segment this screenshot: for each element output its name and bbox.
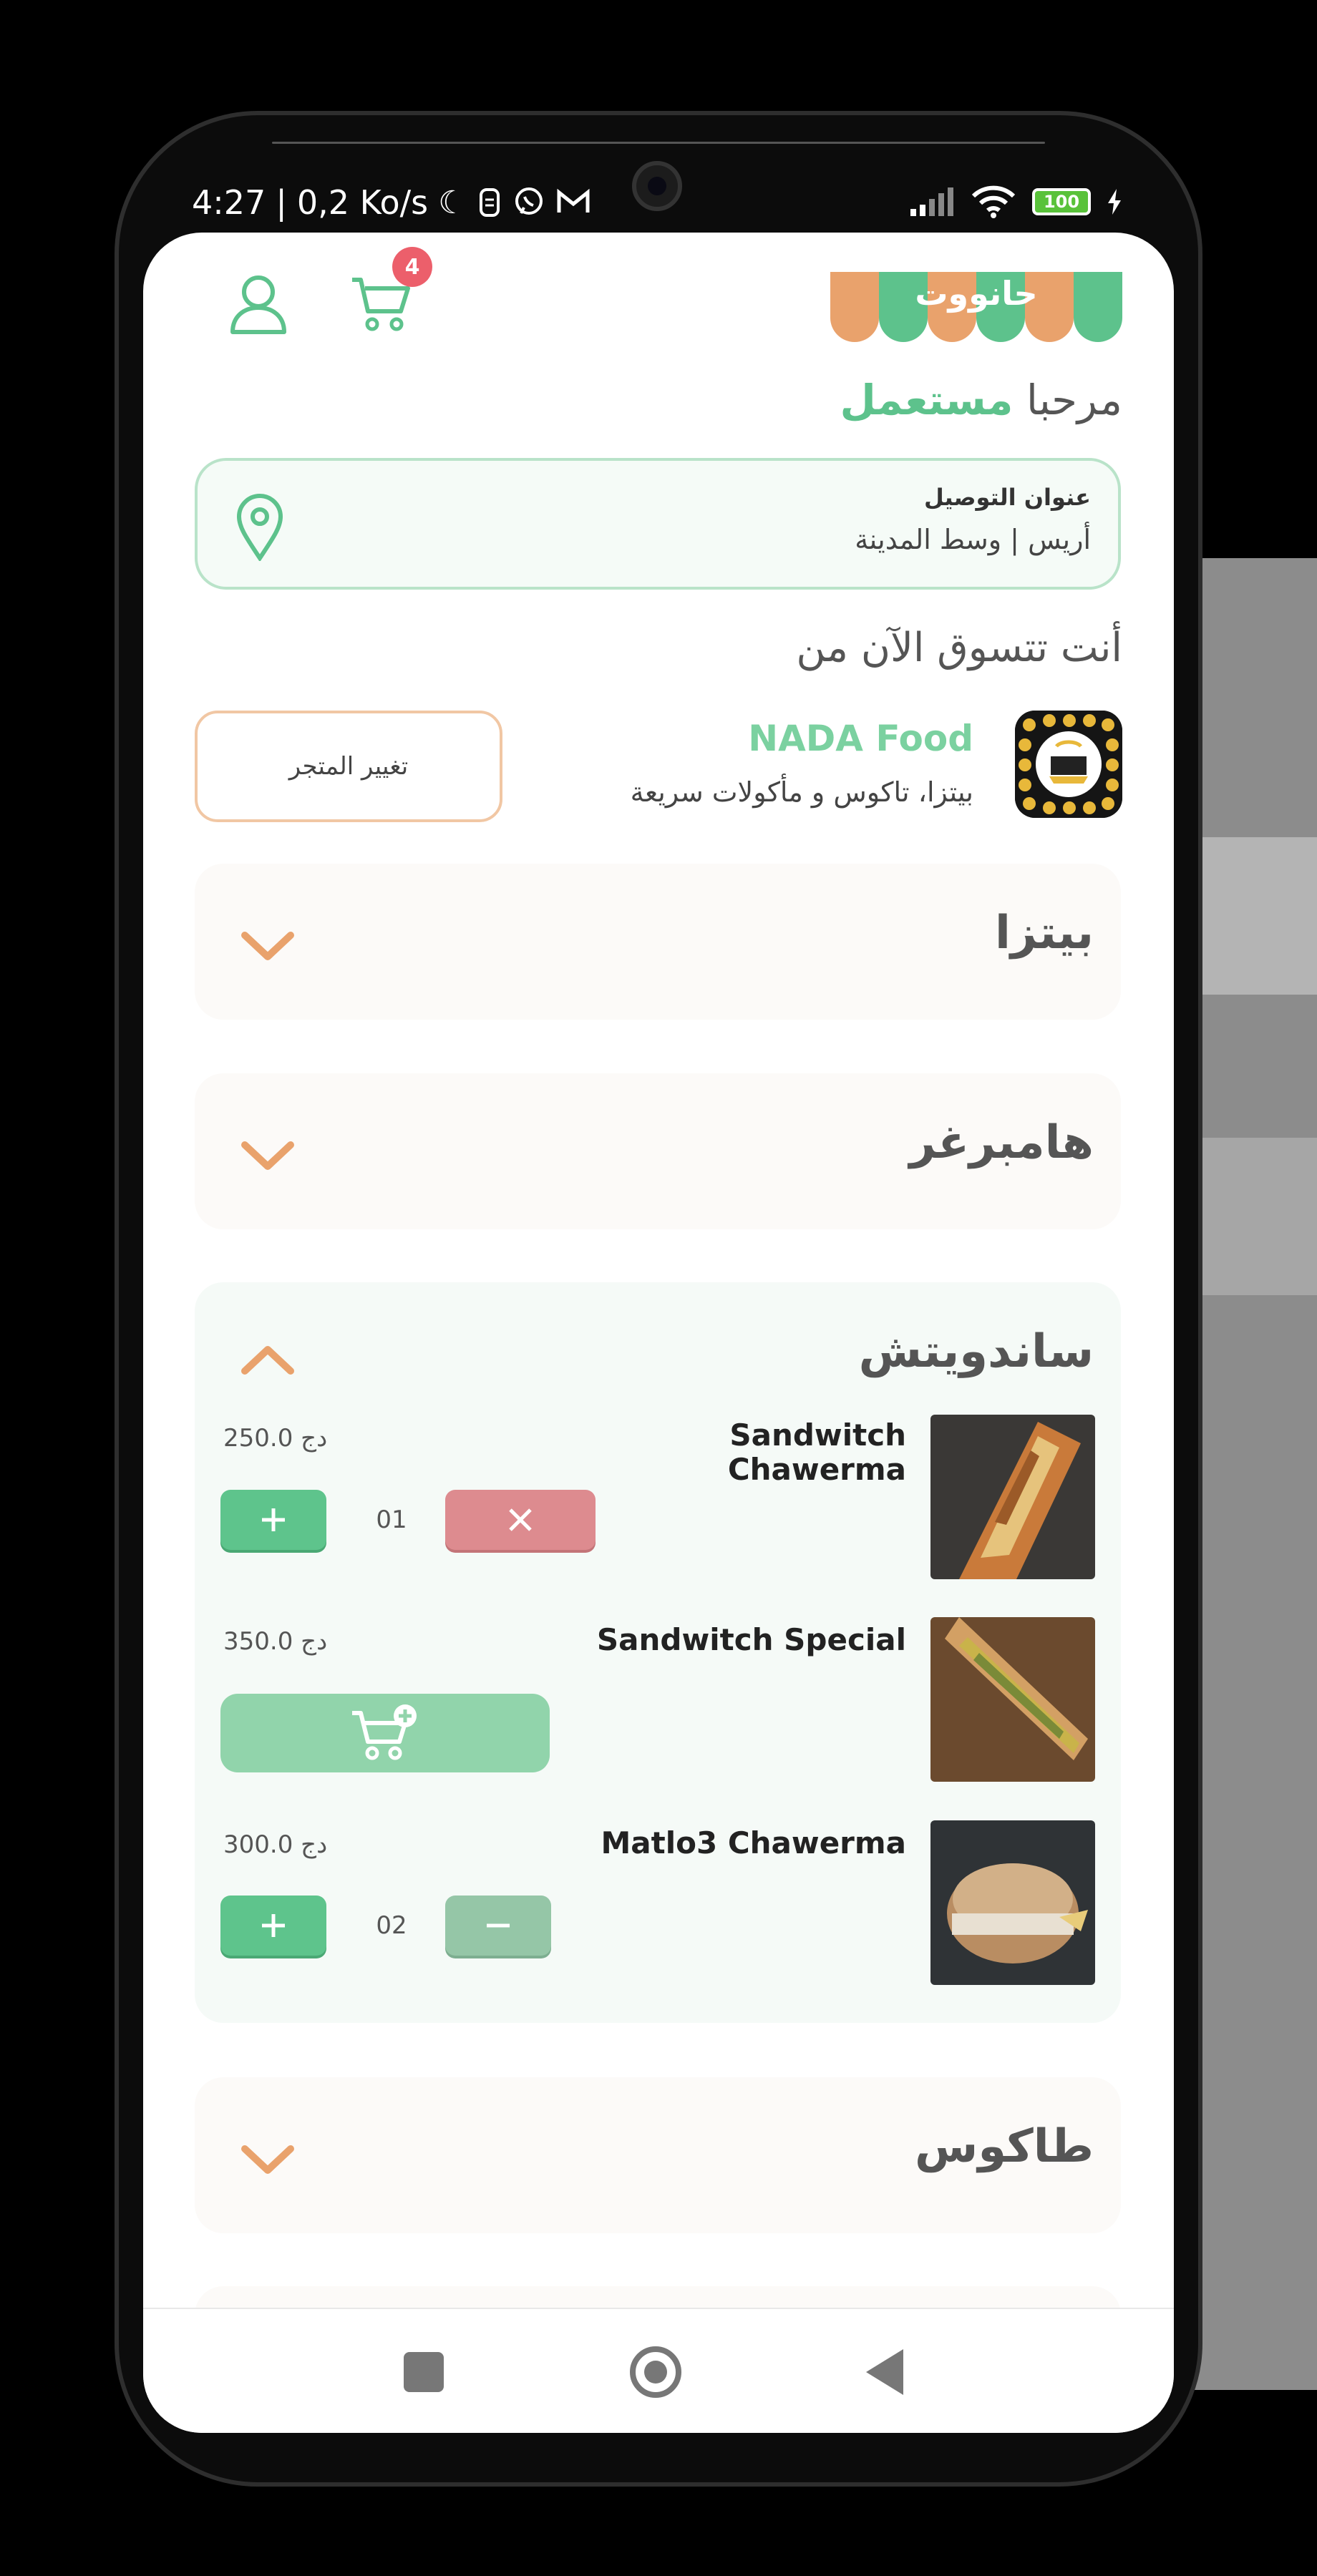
welcome-message: مرحبا مستعمل [840,376,1122,424]
item-image-matlo3 [930,1820,1095,1985]
welcome-user: مستعمل [840,376,1014,424]
address-title: عنوان التوصيل [923,484,1091,511]
address-value: أريس | وسط المدينة [855,524,1091,555]
add-to-cart-button[interactable] [220,1694,550,1772]
viber-icon [515,187,543,215]
sim-icon [479,188,500,217]
item-price: 350.0 دج [223,1627,328,1656]
store-name: NADA Food [748,718,973,759]
item-price: 300.0 دج [223,1830,328,1859]
increase-quantity-button[interactable] [220,1896,326,1956]
item-name: Sandwitch Chawerma [534,1418,906,1487]
shopping-from-label: أنت تتسوق الآن من [796,625,1122,671]
store-description: بيتزا، تاكوس و مأكولات سريعة [630,776,973,808]
item-name-line1: Sandwitch [729,1418,906,1453]
delivery-address-card[interactable]: عنوان التوصيل أريس | وسط المدينة [195,458,1121,590]
logo-text: حانووت [915,274,1038,313]
status-separator: | [276,183,287,222]
category-title: بيتزا [994,907,1094,960]
status-bar-right: 100 [909,180,1122,223]
item-price: 250.0 دج [223,1424,328,1453]
wifi-icon [971,185,1016,218]
plus-icon [262,1914,285,1937]
store-logo [1015,711,1122,818]
recents-button[interactable] [404,2352,444,2392]
category-pizza[interactable]: بيتزا [195,864,1121,1020]
background-band [1202,1138,1317,1295]
item-name-line2: Chawerma [727,1452,906,1487]
close-icon [509,1508,532,1531]
status-time: 4:27 [192,183,266,222]
chevron-down-icon [241,1141,294,1170]
battery-indicator: 100 [1032,188,1091,215]
app-logo: حانووت [830,272,1122,342]
front-camera [632,161,682,211]
plus-icon [262,1508,285,1531]
item-image-special [930,1617,1095,1782]
location-pin-icon [235,492,285,562]
category-tacos[interactable]: طاكوس [195,2077,1121,2233]
back-button[interactable] [866,2349,903,2395]
category-title: طاكوس [915,2120,1094,2173]
item-name: Sandwitch Special [596,1622,906,1657]
decrease-quantity-button[interactable] [445,1896,551,1956]
chevron-up-icon[interactable] [239,1341,296,1377]
app-screen: 4 حانووت مرحبا مستعمل عنوان التوصيل أريس… [143,233,1174,2433]
moon-icon: ☾ [438,184,467,221]
change-store-button[interactable]: تغيير المتجر [195,711,502,822]
welcome-greeting: مرحبا [1026,376,1122,424]
signal-icon [910,187,953,216]
background-band [1202,837,1317,995]
category-hamburger[interactable]: هامبرغر [195,1073,1121,1229]
charging-icon [1108,189,1121,215]
item-quantity: 01 [376,1506,407,1534]
item-quantity: 02 [376,1911,407,1940]
minus-icon [487,1923,510,1928]
item-image-chawerma [930,1415,1095,1579]
status-bar-left: 4:27 | 0,2 Ko/s ☾ [192,179,591,226]
increase-quantity-button[interactable] [220,1490,326,1550]
gmail-icon [557,188,590,213]
profile-icon[interactable] [228,272,288,336]
status-speed: 0,2 Ko/s [296,183,429,222]
phone-highlight [272,142,1045,144]
category-sandwich: ساندويتش Sandwitch Chawerma 250.0 دج 01 [195,1282,1121,2023]
remove-item-button[interactable] [445,1490,596,1550]
cart-add-icon [352,1704,417,1760]
system-nav-bar [143,2308,1174,2433]
chevron-down-icon [241,932,294,960]
cart-count-badge: 4 [392,247,432,287]
category-title: هامبرغر [909,1116,1094,1169]
category-title: ساندويتش [858,1325,1094,1378]
chevron-down-icon [241,2145,294,2174]
home-button[interactable] [630,2346,681,2398]
item-name: Matlo3 Chawerma [601,1825,906,1860]
